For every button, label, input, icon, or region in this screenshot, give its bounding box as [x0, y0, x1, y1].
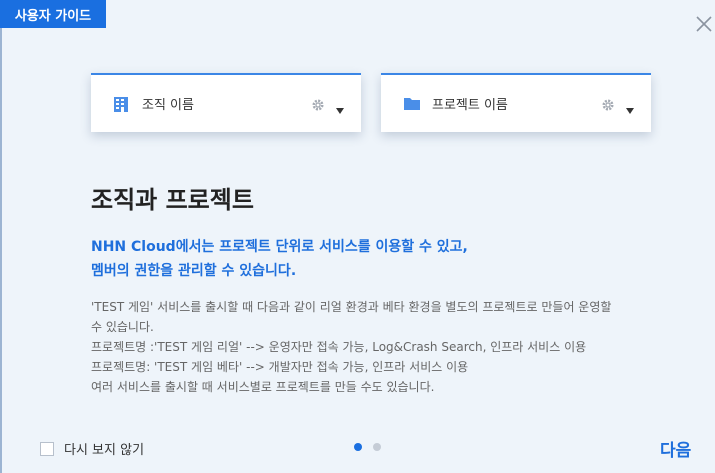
description-line: 여러 서비스를 출시할 때 서비스별로 프로젝트를 만들 수도 있습니다. [91, 380, 435, 394]
description-line: 수 있습니다. [91, 320, 154, 334]
dont-show-again-checkbox[interactable] [40, 441, 54, 456]
page-dot-2[interactable] [373, 443, 381, 451]
description-line: 'TEST 게임' 서비스를 출시할 때 다음과 같이 리얼 환경과 베타 환경… [91, 300, 612, 314]
description-line: 프로젝트명 :'TEST 게임 리얼' --> 운영자만 접속 가능, Log&… [91, 340, 587, 354]
pagination-dots [354, 443, 381, 451]
dont-show-again-option[interactable]: 다시 보지 않기 [40, 439, 144, 458]
lead-line: 멤버의 권한을 관리할 수 있습니다. [91, 263, 297, 279]
user-guide-tab-label: 사용자 가이드 [14, 8, 92, 24]
page-dot-1[interactable] [354, 443, 362, 451]
chevron-down-icon[interactable] [335, 100, 345, 114]
close-button[interactable] [694, 14, 714, 34]
next-button[interactable]: 다음 [660, 436, 691, 461]
description-text: 'TEST 게임' 서비스를 출시할 때 다음과 같이 리얼 환경과 베타 환경… [91, 297, 661, 397]
gear-icon[interactable] [601, 97, 615, 111]
building-icon [113, 96, 131, 112]
project-name-label: 프로젝트 이름 [432, 98, 508, 113]
project-card[interactable]: 프로젝트 이름 [381, 73, 651, 132]
dont-show-again-label: 다시 보지 않기 [64, 443, 145, 458]
folder-icon [403, 96, 421, 112]
page-title: 조직과 프로젝트 [91, 186, 254, 214]
lead-text: NHN Cloud에서는 프로젝트 단위로 서비스를 이용할 수 있고, 멤버의… [91, 235, 468, 283]
left-edge-border [0, 28, 2, 473]
organization-card[interactable]: 조직 이름 [91, 73, 361, 132]
close-icon [696, 16, 712, 32]
description-line: 프로젝트명: 'TEST 게임 베타' --> 개발자만 접속 가능, 인프라 … [91, 360, 469, 374]
chevron-down-icon[interactable] [625, 100, 635, 114]
organization-name-label: 조직 이름 [142, 98, 194, 113]
lead-line: NHN Cloud에서는 프로젝트 단위로 서비스를 이용할 수 있고, [91, 239, 468, 255]
gear-icon[interactable] [311, 97, 325, 111]
user-guide-tab: 사용자 가이드 [0, 0, 106, 28]
